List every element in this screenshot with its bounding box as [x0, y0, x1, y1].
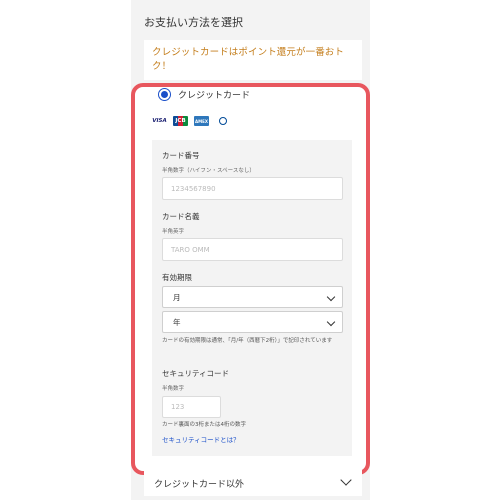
card-name-input[interactable]: TARO OMM — [162, 238, 343, 261]
expiry-note: カードの有効期限は通常、「月/年（西暦下2桁）」で記印されています — [162, 338, 333, 344]
credit-card-label: クレジットカード — [178, 91, 251, 101]
credit-card-option[interactable]: クレジットカード — [158, 88, 250, 101]
card-number-hint: 半角数字（ハイフン・スペースなし） — [162, 168, 255, 174]
security-code-input[interactable]: 123 — [162, 396, 221, 418]
visa-icon: VISA — [152, 118, 167, 124]
card-name-hint: 半角英字 — [162, 229, 185, 235]
other-payment-option[interactable]: クレジットカード以外 — [144, 470, 362, 496]
expiry-label: 有効期限 — [162, 273, 192, 282]
promo-banner: クレジットカードはポイント還元が一番おトク！ — [144, 40, 362, 80]
card-number-input[interactable]: 1234567890 — [162, 177, 343, 200]
diners-icon — [215, 116, 230, 126]
other-payment-label: クレジットカード以外 — [154, 479, 245, 490]
security-code-help-link[interactable]: セキュリティコードとは？ — [162, 434, 240, 444]
amex-icon: AMEX — [194, 116, 209, 126]
year-select-value: 年 — [173, 317, 181, 327]
card-name-label: カード名義 — [162, 212, 200, 221]
security-code-note: カード裏面の3桁または4桁の数字 — [162, 422, 246, 428]
card-brands: VISA JCB AMEX — [152, 116, 230, 126]
security-code-label: セキュリティコード — [162, 369, 230, 378]
month-select-value: 月 — [173, 292, 181, 302]
jcb-icon: JCB — [173, 116, 188, 126]
chevron-down-icon[interactable] — [340, 474, 352, 486]
chevron-down-icon — [326, 317, 336, 327]
card-number-label: カード番号 — [162, 151, 200, 160]
page-title: お支払い方法を選択 — [144, 16, 243, 29]
chevron-down-icon — [326, 292, 336, 302]
month-select[interactable]: 月 — [162, 286, 343, 308]
year-select[interactable]: 年 — [162, 311, 343, 333]
radio-button[interactable] — [158, 88, 171, 101]
security-code-hint: 半角数字 — [162, 386, 185, 392]
